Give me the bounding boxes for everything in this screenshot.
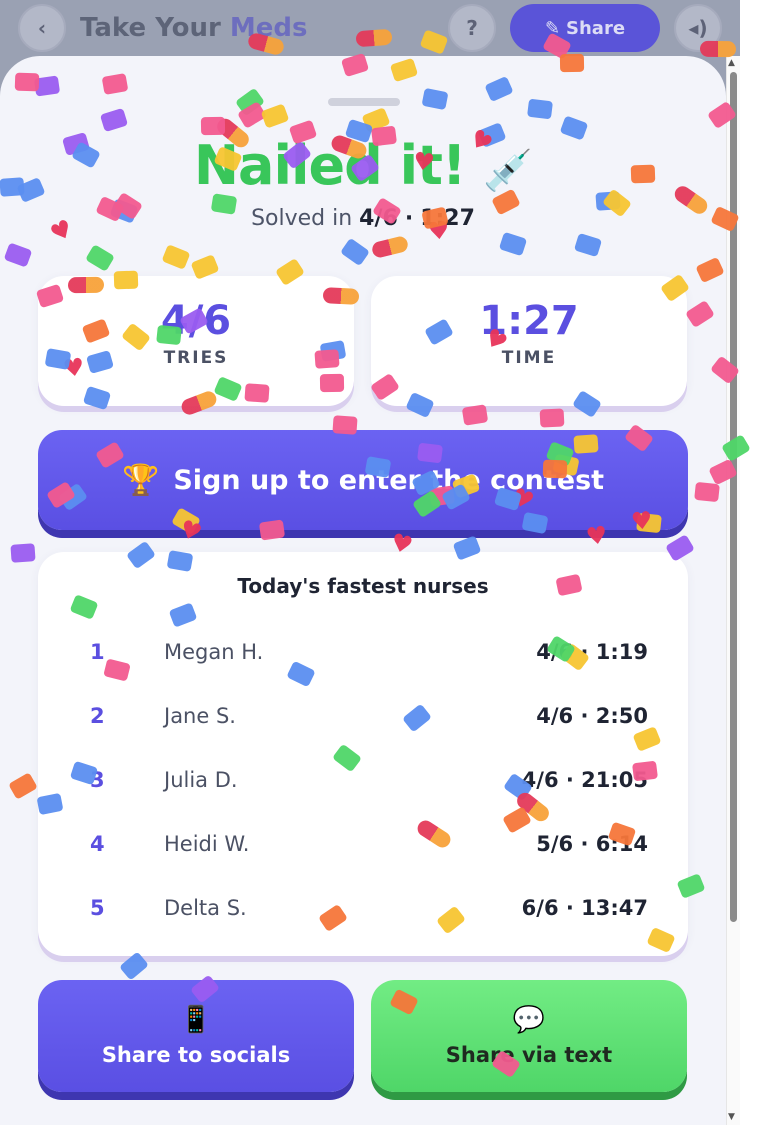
chevron-left-icon: ‹ xyxy=(37,16,47,40)
share-to-socials-button[interactable]: 📱 Share to socials xyxy=(38,980,354,1092)
speaker-icon: ◂) xyxy=(688,16,708,40)
help-button: ? xyxy=(448,4,496,52)
stat-value-tries: 4/6 xyxy=(160,298,232,344)
stat-value-time: 1:27 xyxy=(479,298,579,344)
background-header: ‹ Take Your Meds ? ✎ Share ◂) xyxy=(0,0,740,56)
stat-card-tries: 4/6 TRIES xyxy=(38,276,354,406)
leaderboard-score: 4/6 · 2:50 xyxy=(536,704,648,728)
leaderboard-name: Jane S. xyxy=(164,704,236,728)
share-via-text-button[interactable]: 💬 Share via text xyxy=(371,980,687,1092)
leaderboard-row: 5 Delta S. 6/6 · 13:47 xyxy=(38,888,688,928)
header-share-button: ✎ Share xyxy=(510,4,660,52)
stat-label-tries: TRIES xyxy=(163,348,229,368)
syringe-icon: 💉 xyxy=(483,148,533,194)
window-edge xyxy=(740,0,760,1125)
results-sheet: Nailed it! 💉 Solved in 4/6 · 1:27 4/6 TR… xyxy=(0,56,726,1125)
leaderboard-name: Megan H. xyxy=(164,640,264,664)
contest-signup-label: Sign up to enter the contest xyxy=(173,464,605,496)
subline-prefix: Solved in xyxy=(251,206,353,231)
result-headline: Nailed it! 💉 xyxy=(0,134,726,197)
leaderboard-name: Delta S. xyxy=(164,896,247,920)
pencil-icon: ✎ xyxy=(544,17,561,39)
leaderboard-score: 5/6 · 6:14 xyxy=(536,832,648,856)
leaderboard-row: 2 Jane S. 4/6 · 2:50 xyxy=(38,696,688,736)
headline-text: Nailed it! xyxy=(193,134,467,197)
subline-tries: 4/6 xyxy=(359,206,398,231)
back-button: ‹ xyxy=(18,4,66,52)
leaderboard-title: Today's fastest nurses xyxy=(237,574,489,598)
header-share-label: Share xyxy=(566,17,626,39)
leaderboard-row: 3 Julia D. 4/6 · 21:05 xyxy=(38,760,688,800)
share-to-socials-label: Share to socials xyxy=(101,1043,291,1067)
share-via-text-label: Share via text xyxy=(445,1043,613,1067)
leaderboard-row: 4 Heidi W. 5/6 · 6:14 xyxy=(38,824,688,864)
leaderboard-score: 4/6 · 1:19 xyxy=(536,640,648,664)
leaderboard-score: 6/6 · 13:47 xyxy=(521,896,648,920)
help-label: ? xyxy=(466,16,478,40)
leaderboard-rank: 4 xyxy=(90,832,105,856)
leaderboard-rank: 5 xyxy=(90,896,105,920)
leaderboard-rank: 2 xyxy=(90,704,105,728)
sheet-grabber[interactable] xyxy=(328,98,400,106)
leaderboard-row: 1 Megan H. 4/6 · 1:19 xyxy=(38,632,688,672)
subline-separator: · xyxy=(404,206,414,231)
stat-card-time: 1:27 TIME xyxy=(371,276,687,406)
scroll-down-arrow-icon[interactable]: ▼ xyxy=(728,1112,735,1122)
stat-label-time: TIME xyxy=(501,348,557,368)
app-title: Take Your Meds xyxy=(80,13,308,43)
phone-icon: 📱 xyxy=(179,1005,213,1035)
contest-signup-button[interactable]: 🏆 Sign up to enter the contest xyxy=(38,430,688,530)
leaderboard-rank: 3 xyxy=(90,768,105,792)
sound-button: ◂) xyxy=(674,4,722,52)
leaderboard: Today's fastest nurses 1 Megan H. 4/6 · … xyxy=(38,552,688,956)
leaderboard-name: Julia D. xyxy=(164,768,238,792)
leaderboard-name: Heidi W. xyxy=(164,832,250,856)
speech-bubble-icon: 💬 xyxy=(512,1005,546,1035)
scroll-up-arrow-icon[interactable]: ▲ xyxy=(728,58,735,68)
subline-time: 1:27 xyxy=(420,206,475,231)
trophy-icon: 🏆 xyxy=(121,462,160,498)
app-title-accent: Meds xyxy=(229,13,308,43)
leaderboard-score: 4/6 · 21:05 xyxy=(521,768,648,792)
app-title-main: Take Your xyxy=(80,13,221,43)
scrollbar-thumb[interactable] xyxy=(730,72,737,922)
result-subline: Solved in 4/6 · 1:27 xyxy=(0,206,726,231)
leaderboard-rank: 1 xyxy=(90,640,105,664)
